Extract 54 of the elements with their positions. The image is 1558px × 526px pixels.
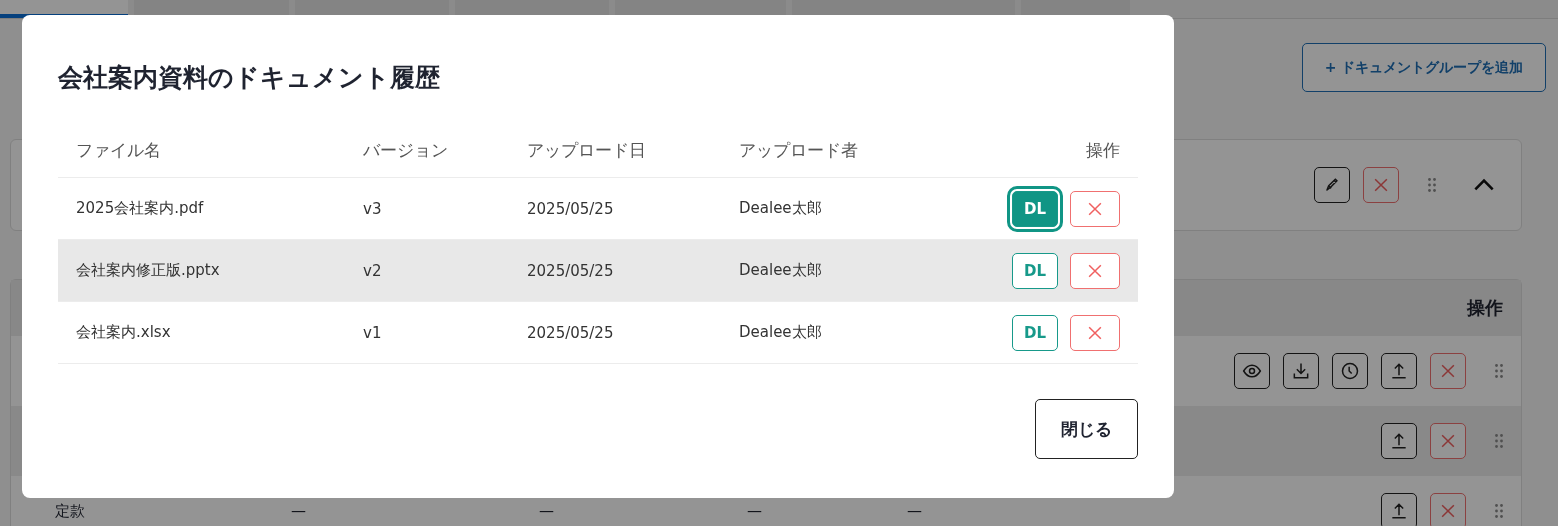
drag-handle-icon[interactable] (1428, 178, 1436, 192)
dialog-title: 会社案内資料のドキュメント履歴 (58, 62, 441, 94)
table-cell-text: 2025/05/25 (527, 199, 615, 218)
upload-button[interactable] (1381, 493, 1417, 526)
table-cell-text: v1 (363, 323, 383, 342)
column-header: ファイル名 (76, 139, 162, 162)
upload-icon (1389, 501, 1409, 521)
table-cell-text: 会社案内修正版.pptx (76, 261, 221, 280)
table-cell-text: v2 (363, 261, 383, 280)
download-button[interactable]: DL (1012, 314, 1058, 351)
table-cell-text: 2025/05/25 (527, 261, 615, 280)
upload-icon (1389, 361, 1409, 381)
download-icon (1291, 361, 1311, 381)
table-row[interactable]: 会社案内修正版.pptx v2 2025/05/25 Dealee太郎 DL (58, 240, 1138, 302)
close-button[interactable]: 閉じる (1035, 399, 1138, 459)
column-header: アップロード日 (527, 139, 647, 162)
delete-button[interactable] (1070, 314, 1120, 351)
column-header: 操作 (1467, 296, 1503, 320)
clock-icon (1340, 361, 1360, 381)
table-cell-text: 会社案内.xlsx (76, 323, 172, 342)
column-header: アップロード者 (739, 139, 859, 162)
delete-button[interactable] (1430, 423, 1466, 459)
table-cell-text: Dealee太郎 (739, 323, 823, 342)
table-cell-text: Dealee太郎 (739, 261, 823, 280)
table-cell-text: — (291, 502, 307, 520)
drag-handle-icon[interactable] (1495, 364, 1503, 378)
edit-button[interactable] (1314, 167, 1350, 203)
table-cell-text: 2025会社案内.pdf (76, 199, 205, 218)
table-cell-text: v3 (363, 199, 383, 218)
table-cell: — (907, 502, 922, 520)
eye-icon (1242, 361, 1262, 381)
delete-button[interactable] (1430, 493, 1466, 526)
upload-button[interactable] (1381, 353, 1417, 389)
table-cell-text: Dealee太郎 (739, 199, 823, 218)
download-button[interactable]: DL (1012, 252, 1058, 289)
upload-button[interactable] (1381, 423, 1417, 459)
table-cell-text: 2025/05/25 (527, 323, 615, 342)
table-cell-text: 定款 (55, 501, 86, 521)
delete-button[interactable] (1070, 190, 1120, 227)
add-group-button[interactable]: + ドキュメントグループを追加 (1302, 43, 1546, 92)
delete-button[interactable] (1363, 167, 1399, 203)
delete-button[interactable] (1430, 353, 1466, 389)
column-header: 操作 (1085, 139, 1120, 162)
view-button[interactable] (1234, 353, 1270, 389)
table-cell-text: — (747, 502, 763, 520)
drag-handle-icon[interactable] (1495, 434, 1503, 448)
delete-button[interactable] (1070, 252, 1120, 289)
download-button[interactable] (1283, 353, 1319, 389)
table-cell-text: — (539, 502, 555, 520)
history-button[interactable] (1332, 353, 1368, 389)
drag-handle-icon[interactable] (1495, 504, 1503, 518)
column-header: バージョン (363, 139, 449, 162)
tab[interactable] (0, 0, 128, 18)
upload-icon (1389, 431, 1409, 451)
